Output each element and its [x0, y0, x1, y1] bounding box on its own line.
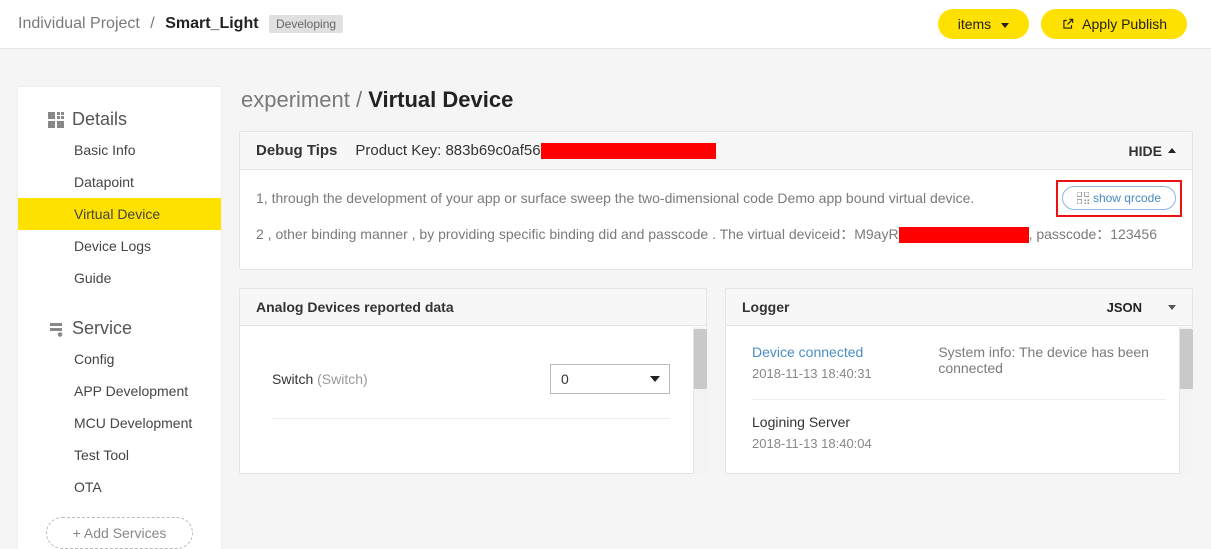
debug-tips-panel: Debug Tips Product Key: 883b69c0af56 HID… — [239, 131, 1193, 270]
sidebar-service-label: Service — [72, 318, 132, 339]
logger-format-dropdown[interactable]: JSON — [1107, 300, 1176, 315]
tip-2a: 2 , other binding manner , by providing … — [256, 226, 899, 242]
apply-publish-button[interactable]: Apply Publish — [1041, 9, 1187, 39]
sidebar-item-datapoint[interactable]: Datapoint — [18, 166, 221, 198]
log-entry: Logining Server 2018-11-13 18:40:04 — [752, 414, 1166, 469]
log-timestamp: 2018-11-13 18:40:04 — [752, 436, 872, 451]
items-dropdown[interactable]: items — [938, 9, 1029, 39]
redacted-block-2 — [899, 227, 1029, 243]
logger-title: Logger — [742, 299, 789, 315]
sidebar-header-details: Details — [18, 105, 221, 134]
product-key-prefix: 883b69c0af56 — [445, 142, 540, 159]
log-timestamp: 2018-11-13 18:40:31 — [752, 366, 872, 381]
show-qrcode-button[interactable]: show qrcode — [1062, 186, 1176, 210]
tip-2b: , passcode：123456 — [1029, 226, 1157, 242]
breadcrumb-root[interactable]: Individual Project — [18, 15, 140, 32]
page-title-sep: / — [356, 87, 362, 112]
logger-panel: Logger JSON Device connected 2018-11-13 … — [725, 288, 1193, 474]
add-services-button[interactable]: + Add Services — [46, 517, 193, 549]
status-badge: Developing — [269, 15, 343, 33]
sidebar-item-config[interactable]: Config — [18, 343, 221, 375]
sidebar-item-mcu-dev[interactable]: MCU Development — [18, 407, 221, 439]
datapoint-row: Switch (Switch) 0 — [272, 346, 670, 419]
debug-tips-text: 1, through the development of your app o… — [256, 188, 1176, 245]
product-key: Product Key: 883b69c0af56 — [355, 142, 715, 159]
dp-name: Switch — [272, 371, 313, 387]
sidebar-item-device-logs[interactable]: Device Logs — [18, 230, 221, 262]
breadcrumb: Individual Project / Smart_Light Develop… — [18, 15, 343, 33]
log-title: Logining Server — [752, 414, 872, 430]
sidebar-item-ota[interactable]: OTA — [18, 471, 221, 503]
logger-scrollbar[interactable] — [1179, 327, 1193, 474]
qrcode-icon — [1077, 192, 1089, 204]
qr-highlight: show qrcode — [1056, 180, 1182, 217]
dp-value-select[interactable]: 0 — [550, 364, 670, 394]
apply-publish-label: Apply Publish — [1082, 16, 1167, 32]
page-title-current: Virtual Device — [368, 87, 513, 112]
dp-id: (Switch) — [317, 371, 368, 387]
sidebar-item-virtual-device[interactable]: Virtual Device — [18, 198, 221, 230]
analog-scrollbar[interactable] — [693, 327, 707, 474]
tip-1: 1, through the development of your app o… — [256, 188, 1176, 210]
sidebar-item-basic-info[interactable]: Basic Info — [18, 134, 221, 166]
log-detail: System info: The device has been connect… — [938, 344, 1166, 381]
sidebar: Details Basic Info Datapoint Virtual Dev… — [18, 87, 221, 549]
redacted-block — [541, 143, 716, 159]
breadcrumb-sep: / — [150, 15, 154, 32]
dp-select-wrap[interactable]: 0 — [550, 364, 670, 394]
tip-2: 2 , other binding manner , by providing … — [256, 224, 1176, 246]
debug-tips-title: Debug Tips — [256, 142, 337, 159]
sidebar-item-test-tool[interactable]: Test Tool — [18, 439, 221, 471]
log-title-link[interactable]: Device connected — [752, 344, 872, 360]
service-icon — [48, 321, 64, 337]
sidebar-details-label: Details — [72, 109, 127, 130]
hide-toggle[interactable]: HIDE — [1129, 143, 1176, 159]
page-title: experiment / Virtual Device — [239, 87, 1193, 113]
sidebar-item-app-dev[interactable]: APP Development — [18, 375, 221, 407]
datapoint-label: Switch (Switch) — [272, 371, 368, 387]
items-label: items — [958, 16, 991, 32]
analog-panel: Analog Devices reported data Switch (Swi… — [239, 288, 707, 474]
log-entry: Device connected 2018-11-13 18:40:31 Sys… — [752, 344, 1166, 400]
sidebar-item-guide[interactable]: Guide — [18, 262, 221, 294]
sidebar-header-service: Service — [18, 314, 221, 343]
external-link-icon — [1061, 16, 1082, 32]
breadcrumb-current[interactable]: Smart_Light — [165, 15, 258, 32]
page-title-root: experiment — [241, 87, 350, 112]
product-key-label: Product Key: — [355, 142, 441, 159]
show-qrcode-label: show qrcode — [1093, 191, 1161, 205]
grid-icon — [48, 112, 64, 128]
caret-down-icon — [995, 16, 1009, 32]
analog-title: Analog Devices reported data — [256, 299, 454, 315]
